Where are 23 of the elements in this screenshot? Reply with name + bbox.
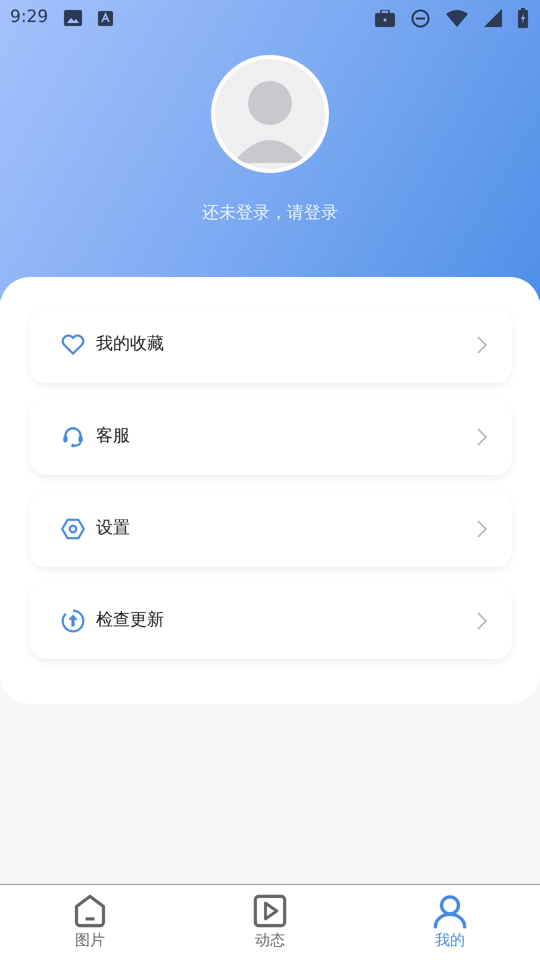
nav-tab[interactable]: 图片	[0, 885, 180, 960]
do-not-disturb-icon	[411, 8, 430, 28]
menu-item[interactable]: 检查更新	[30, 583, 512, 659]
nav-tab[interactable]: 动态	[180, 885, 360, 960]
chevron-icon	[476, 611, 488, 631]
settings-icon	[60, 516, 86, 542]
menu-item[interactable]: 设置	[30, 491, 512, 567]
battery-icon	[518, 8, 528, 28]
menu-item[interactable]: 客服	[30, 399, 512, 475]
wifi-icon	[446, 10, 468, 26]
menu-item[interactable]: 我的收藏	[30, 307, 512, 383]
signal-icon	[484, 9, 502, 27]
text-icon	[98, 10, 114, 26]
video-icon	[252, 893, 288, 929]
update-icon	[60, 608, 86, 634]
image-icon	[64, 10, 82, 26]
chevron-icon	[476, 335, 488, 355]
status-time: 9:29	[10, 6, 48, 30]
chevron-icon	[476, 427, 488, 447]
briefcase-icon	[375, 10, 395, 26]
home-icon	[72, 893, 108, 929]
user-icon	[432, 893, 468, 929]
chevron-icon	[476, 519, 488, 539]
